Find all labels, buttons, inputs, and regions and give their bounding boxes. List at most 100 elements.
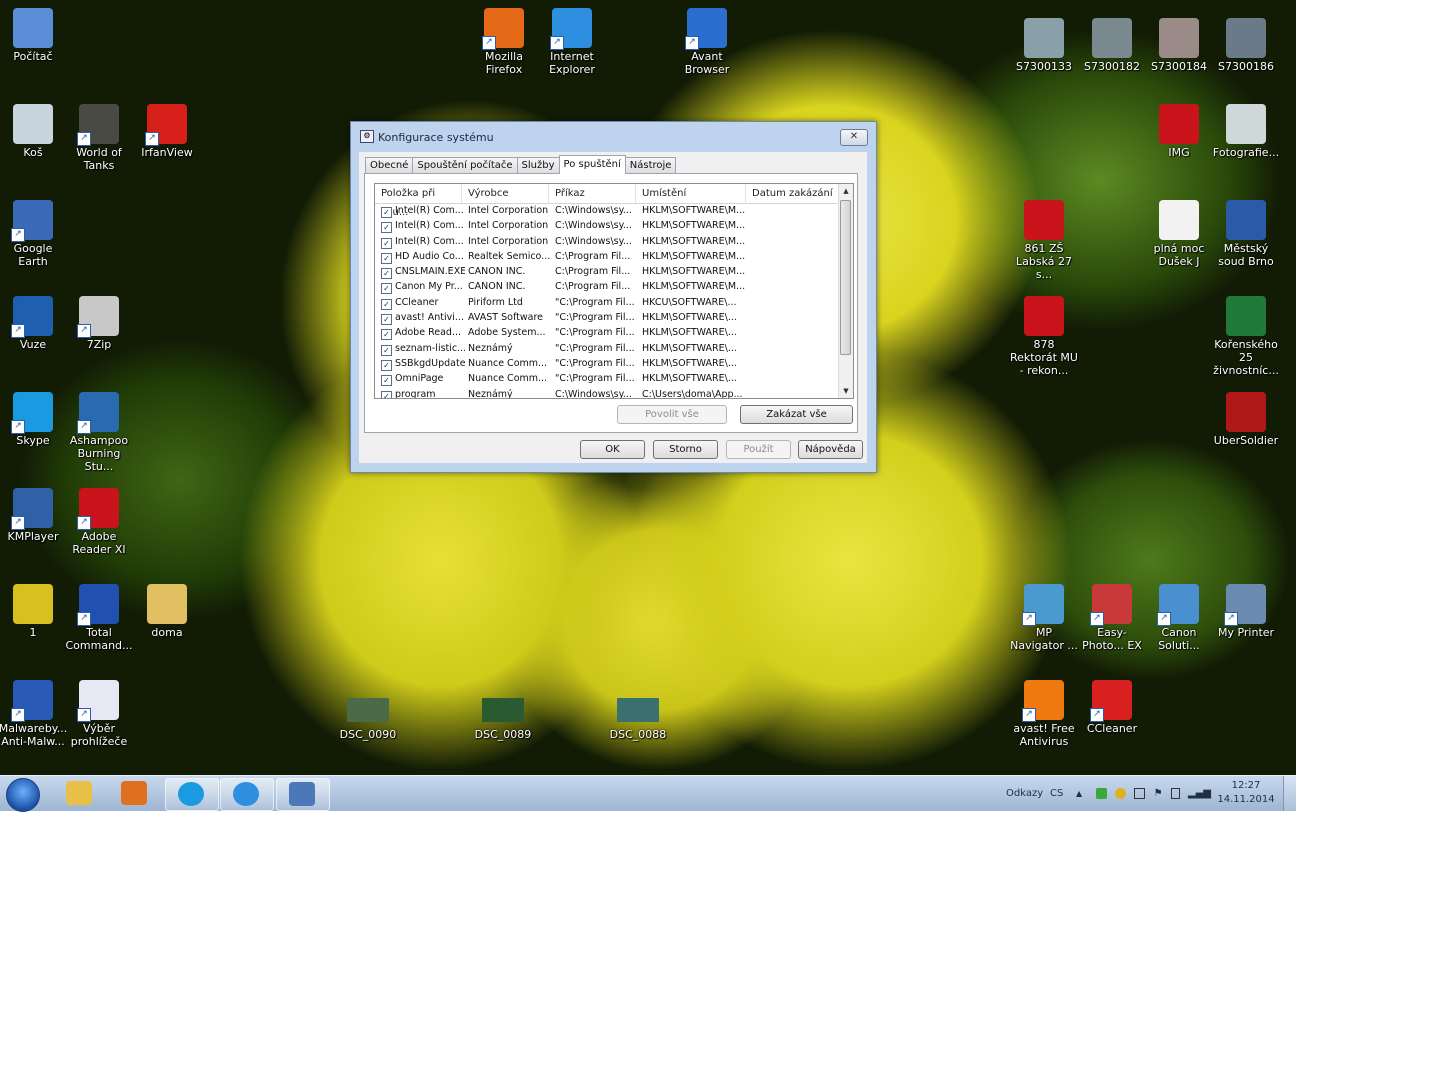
startup-item-checkbox[interactable]: ✓	[381, 359, 392, 371]
desktop-icon-23[interactable]: ↗ Ashampoo Burning Stu...	[64, 392, 134, 473]
taskbar-button-msconfig[interactable]	[276, 778, 330, 811]
desktop-icon-36[interactable]: DSC_0090	[333, 694, 403, 741]
desktop-icon-28[interactable]: ↗ Total Command...	[64, 584, 134, 652]
startup-items-list[interactable]: Položka při spu... Výrobce Příkaz Umístě…	[374, 183, 854, 399]
startup-item-checkbox[interactable]: ✓	[381, 298, 392, 310]
column-manufacturer[interactable]: Výrobce	[462, 184, 549, 203]
desktop-icon-8[interactable]: S7300186	[1211, 18, 1281, 73]
desktop-icon-19[interactable]: ↗ 7Zip	[64, 296, 134, 351]
desktop-icon-2[interactable]: ↗ Mozilla Firefox	[469, 8, 539, 76]
avast-tray-icon[interactable]	[1096, 788, 1107, 799]
list-item[interactable]: ✓ CCleaner Piriform Ltd "C:\Program Fil... H…	[375, 296, 853, 311]
tab-services[interactable]: Služby	[516, 157, 560, 173]
tab-boot[interactable]: Spouštění počítače	[412, 157, 518, 173]
desktop[interactable]: Počítač ↗ Mozilla Firefox ↗ Internet Explore…	[0, 0, 1296, 775]
desktop-icon-9[interactable]: Koš	[0, 104, 68, 159]
desktop-icon-17[interactable]: Městský soud Brno	[1211, 200, 1281, 268]
desktop-icon-40[interactable]: ↗ CCleaner	[1077, 680, 1147, 735]
desktop-icon-37[interactable]: DSC_0089	[468, 694, 538, 741]
chrome-tray-icon[interactable]	[1115, 788, 1127, 799]
disable-all-button[interactable]: Zakázat vše	[740, 405, 853, 424]
desktop-icon-25[interactable]: ↗ KMPlayer	[0, 488, 68, 543]
desktop-icon-32[interactable]: ↗ Canon Soluti...	[1144, 584, 1214, 652]
tab-general[interactable]: Obecné	[365, 157, 414, 173]
list-item[interactable]: ✓ Intel(R) Com... Intel Corporation C:\Wind…	[375, 204, 853, 219]
taskbar-button-explorer[interactable]	[54, 778, 106, 809]
tray-expand-icon[interactable]: ▲	[1076, 776, 1082, 811]
clock[interactable]: 12:27 14.11.2014	[1216, 779, 1276, 807]
desktop-icon-22[interactable]: ↗ Skype	[0, 392, 68, 447]
list-scrollbar[interactable]: ▲ ▼	[838, 184, 853, 398]
list-item[interactable]: ✓ Canon My Pr... CANON INC. C:\Program Fil.…	[375, 280, 853, 295]
apply-button[interactable]: Použít	[726, 440, 791, 459]
column-command[interactable]: Příkaz	[549, 184, 636, 203]
desktop-icon-33[interactable]: ↗ My Printer	[1211, 584, 1281, 639]
startup-item-checkbox[interactable]: ✓	[381, 390, 392, 398]
desktop-icon-10[interactable]: ↗ World of Tanks	[64, 104, 134, 172]
column-startup-item[interactable]: Položka při spu...	[375, 184, 462, 218]
signal-tray-icon[interactable]: ▂▄▆	[1188, 776, 1211, 811]
desktop-icon-27[interactable]: 1	[0, 584, 68, 639]
startup-item-checkbox[interactable]: ✓	[381, 268, 392, 280]
startup-item-checkbox[interactable]: ✓	[381, 283, 392, 295]
list-item[interactable]: ✓ seznam-listic... Neznámý "C:\Program Fil.…	[375, 342, 853, 357]
start-button[interactable]	[6, 778, 40, 812]
desktop-icon-7[interactable]: S7300184	[1144, 18, 1214, 73]
list-item[interactable]: ✓ Intel(R) Com... Intel Corporation C:\Wind…	[375, 235, 853, 250]
startup-item-checkbox[interactable]: ✓	[381, 329, 392, 341]
list-item[interactable]: ✓ Adobe Read... Adobe System... "C:\Program…	[375, 326, 853, 341]
desktop-icon-34[interactable]: ↗ Malwareby... Anti-Malw...	[0, 680, 68, 748]
column-location[interactable]: Umístění	[636, 184, 746, 203]
taskbar-button-media[interactable]	[109, 778, 161, 809]
desktop-icon-14[interactable]: ↗ Google Earth	[0, 200, 68, 268]
ok-button[interactable]: OK	[580, 440, 645, 459]
desktop-icon-24[interactable]: UberSoldier	[1211, 392, 1281, 447]
desktop-icon-16[interactable]: plná moc Dušek J	[1144, 200, 1214, 268]
list-item[interactable]: ✓ Intel(R) Com... Intel Corporation C:\Wind…	[375, 219, 853, 234]
cancel-button[interactable]: Storno	[653, 440, 718, 459]
startup-item-checkbox[interactable]: ✓	[381, 252, 392, 264]
desktop-icon-21[interactable]: Kořenského 25 živnostníc...	[1211, 296, 1281, 377]
startup-item-checkbox[interactable]: ✓	[381, 222, 392, 234]
tab-tools[interactable]: Nástroje	[624, 157, 677, 173]
list-item[interactable]: ✓ HD Audio Co... Realtek Semico... C:\Progr…	[375, 250, 853, 265]
desktop-icon-3[interactable]: ↗ Internet Explorer	[537, 8, 607, 76]
help-button[interactable]: Nápověda	[798, 440, 863, 459]
taskbar-button-ie[interactable]	[220, 778, 274, 811]
desktop-icon-18[interactable]: ↗ Vuze	[0, 296, 68, 351]
taskbar-button-skype[interactable]	[165, 778, 219, 811]
dialog-titlebar[interactable]: ⚙ Konfigurace systému ✕	[351, 122, 876, 150]
tab-startup[interactable]: Po spuštění	[558, 155, 626, 174]
desktop-icon-15[interactable]: 861 ZŠ Labská 27 s...	[1009, 200, 1079, 281]
startup-item-checkbox[interactable]: ✓	[381, 237, 392, 249]
language-indicator[interactable]: CS	[1050, 776, 1063, 811]
network-tray-icon[interactable]	[1134, 788, 1146, 799]
startup-item-checkbox[interactable]: ✓	[381, 314, 392, 326]
desktop-icon-31[interactable]: ↗ Easy-Photo... EX	[1077, 584, 1147, 652]
desktop-icon-4[interactable]: ↗ Avant Browser	[672, 8, 742, 76]
list-item[interactable]: ✓ CNSLMAIN.EXE CANON INC. C:\Program Fil...…	[375, 265, 853, 280]
list-item[interactable]: ✓ program Neznámý C:\Windows\sy... C:\Users\…	[375, 388, 853, 398]
scroll-thumb[interactable]	[840, 200, 851, 355]
system-configuration-dialog[interactable]: ⚙ Konfigurace systému ✕ Obecné Spouštění…	[350, 121, 877, 473]
list-item[interactable]: ✓ SSBkgdUpdate Nuance Comm... "C:\Program F…	[375, 357, 853, 372]
show-desktop-button[interactable]	[1283, 776, 1296, 811]
desktop-icon-35[interactable]: ↗ Výběr prohlížeče	[64, 680, 134, 748]
desktop-icon-12[interactable]: IMG	[1144, 104, 1214, 159]
startup-item-checkbox[interactable]: ✓	[381, 207, 392, 218]
power-tray-icon[interactable]	[1170, 788, 1180, 799]
list-item[interactable]: ✓ OmniPage Nuance Comm... "C:\Program Fil..…	[375, 372, 853, 387]
desktop-icon-5[interactable]: S7300133	[1009, 18, 1079, 73]
desktop-icon-6[interactable]: S7300182	[1077, 18, 1147, 73]
list-item[interactable]: ✓ avast! Antivi... AVAST Software "C:\Progr…	[375, 311, 853, 326]
desktop-icon-30[interactable]: ↗ MP Navigator ...	[1009, 584, 1079, 652]
scroll-up-icon[interactable]: ▲	[839, 184, 853, 198]
desktop-icon-1[interactable]: Počítač	[0, 8, 68, 63]
desktop-icon-26[interactable]: ↗ Adobe Reader XI	[64, 488, 134, 556]
scroll-down-icon[interactable]: ▼	[839, 384, 853, 398]
enable-all-button[interactable]: Povolit vše	[617, 405, 727, 424]
startup-item-checkbox[interactable]: ✓	[381, 344, 392, 356]
desktop-icon-20[interactable]: 878 Rektorát MU - rekon...	[1009, 296, 1079, 377]
desktop-icon-29[interactable]: doma	[132, 584, 202, 639]
tray-icons[interactable]: ⚑ ▂▄▆	[1096, 776, 1211, 811]
